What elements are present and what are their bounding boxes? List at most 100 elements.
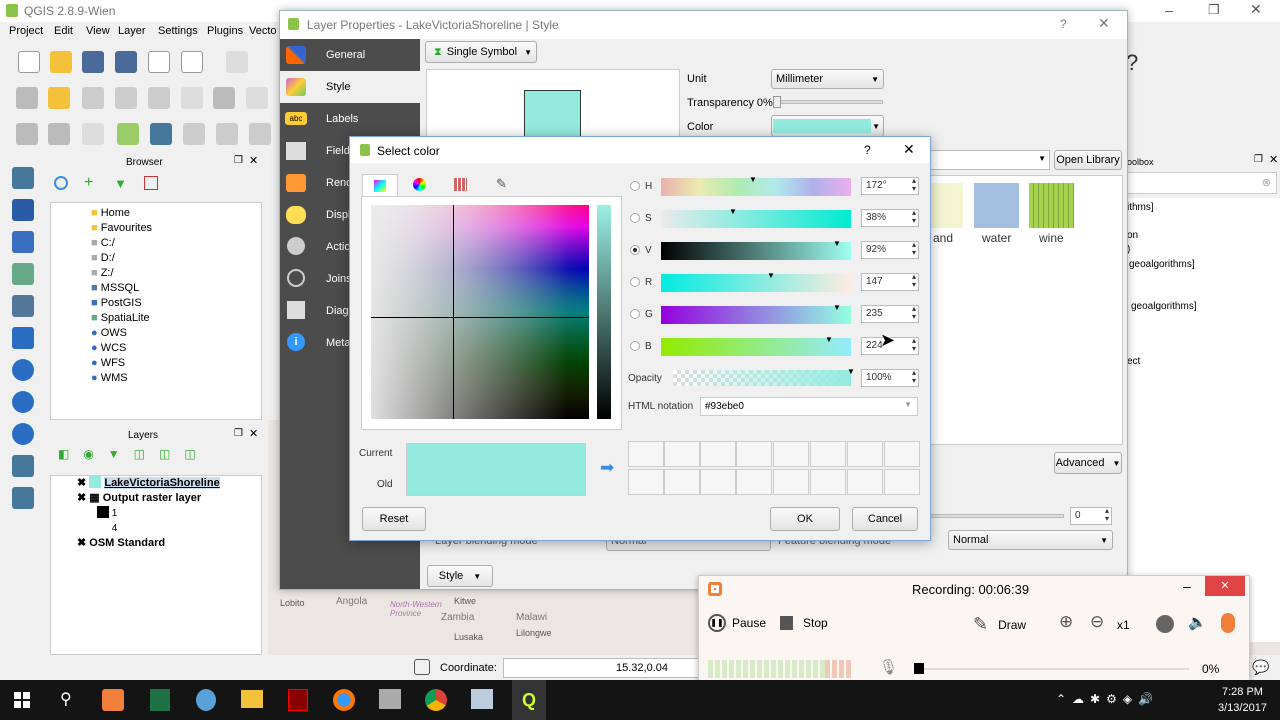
save-edits-icon[interactable] bbox=[82, 87, 104, 109]
open-library-button[interactable]: Open Library bbox=[1054, 150, 1122, 170]
draw-button[interactable]: ✎ Draw bbox=[973, 614, 1026, 635]
slider-b[interactable]: ▼ bbox=[661, 335, 851, 356]
swatch[interactable] bbox=[884, 469, 920, 495]
coordinate-field[interactable]: 15.32,0.04 bbox=[503, 658, 703, 678]
swatch[interactable] bbox=[810, 441, 846, 467]
new-project-icon[interactable] bbox=[18, 51, 40, 73]
menu-vector[interactable]: Vecto bbox=[249, 25, 277, 37]
add-vector-layer-icon[interactable] bbox=[16, 123, 38, 145]
add-to-swatch-arrow-icon[interactable]: ➡ bbox=[600, 458, 614, 478]
symbol-water[interactable] bbox=[974, 183, 1019, 228]
webcam-icon[interactable] bbox=[1156, 615, 1174, 633]
volume-slider[interactable] bbox=[914, 663, 1189, 674]
browser-item-wms[interactable]: ● WMS bbox=[91, 371, 261, 386]
pause-button[interactable]: ❚❚ Pause bbox=[708, 614, 766, 632]
new-print-composer-icon[interactable] bbox=[148, 51, 170, 73]
open-project-icon[interactable] bbox=[50, 51, 72, 73]
taskbar-explorer-icon[interactable] bbox=[241, 690, 263, 708]
close-panel-icon[interactable]: ✕ bbox=[1269, 153, 1278, 166]
browser-item-ows[interactable]: ● OWS bbox=[91, 326, 261, 341]
float-panel-icon[interactable]: ❐ bbox=[234, 428, 243, 439]
swatch[interactable] bbox=[847, 441, 883, 467]
spinbox-r[interactable]: 147 bbox=[861, 273, 919, 291]
taskbar-chrome-icon[interactable] bbox=[425, 689, 447, 711]
feature-blending-dropdown[interactable]: Normal ▼ bbox=[948, 530, 1113, 550]
menu-view[interactable]: View bbox=[86, 25, 110, 37]
close-panel-icon[interactable]: ✕ bbox=[249, 154, 258, 167]
radio-b[interactable] bbox=[630, 341, 640, 351]
spinbox-g[interactable]: 235 bbox=[861, 305, 919, 323]
maximize-button[interactable]: ❐ bbox=[1208, 2, 1220, 18]
digitize-icon[interactable] bbox=[183, 123, 205, 145]
taskbar-excel-icon[interactable] bbox=[150, 689, 170, 711]
close-button[interactable]: ✕ bbox=[1098, 15, 1110, 32]
tray-icons[interactable]: ⌃☁✱⚙◈🔊 bbox=[1056, 692, 1159, 706]
value-ramp[interactable] bbox=[597, 205, 611, 419]
cancel-button[interactable]: Cancel bbox=[852, 507, 918, 531]
unit-dropdown[interactable]: Millimeter ▼ bbox=[771, 69, 884, 89]
toolbox-item[interactable]: ect bbox=[1127, 356, 1140, 367]
slider-h[interactable]: ▼ bbox=[661, 175, 851, 196]
delimited-text-icon[interactable] bbox=[12, 455, 34, 477]
collapse-all-icon[interactable] bbox=[144, 176, 158, 190]
composer-manager-icon[interactable] bbox=[181, 51, 203, 73]
swatch[interactable] bbox=[700, 441, 736, 467]
swatch[interactable] bbox=[700, 469, 736, 495]
toolbox-item[interactable]: geoalgorithms] bbox=[1129, 259, 1195, 270]
tools-icon[interactable] bbox=[249, 123, 271, 145]
layer-transparency-spinbox[interactable]: 0 bbox=[1070, 507, 1112, 525]
swatch[interactable] bbox=[773, 441, 809, 467]
close-button[interactable]: ✕ bbox=[903, 141, 915, 158]
taskbar-recorder-icon[interactable] bbox=[102, 689, 124, 711]
radio-s[interactable] bbox=[630, 213, 640, 223]
browser-item-spatialite[interactable]: ■ SpatiaLite bbox=[91, 311, 261, 326]
slider-g[interactable]: ▼ bbox=[661, 303, 851, 324]
style-button[interactable]: Style ▼ bbox=[427, 565, 493, 587]
slider-s[interactable]: ▼ bbox=[661, 207, 851, 228]
advanced-button[interactable]: Advanced ▼ bbox=[1054, 452, 1122, 474]
color-area[interactable] bbox=[371, 205, 589, 419]
tab-color-ramp[interactable] bbox=[362, 174, 398, 196]
close-button[interactable]: ✕ bbox=[1205, 576, 1245, 596]
browser-item-postgis[interactable]: ■ PostGIS bbox=[91, 296, 261, 311]
taskbar-firefox-icon[interactable] bbox=[333, 689, 355, 711]
swatch[interactable] bbox=[628, 441, 664, 467]
slider-v[interactable]: ▼ bbox=[661, 239, 851, 260]
swatches-icon[interactable] bbox=[454, 178, 467, 191]
close-panel-icon[interactable]: ✕ bbox=[249, 427, 258, 440]
swatch[interactable] bbox=[736, 469, 772, 495]
layer-item-lakevictoriashoreline[interactable]: ✖ LakeVictoriaShoreline bbox=[77, 476, 261, 491]
menu-edit[interactable]: Edit bbox=[54, 25, 73, 37]
taskbar-acrobat-icon[interactable] bbox=[288, 689, 308, 711]
menu-project[interactable]: Project bbox=[9, 25, 43, 37]
mssql-icon[interactable] bbox=[12, 295, 34, 317]
layer-transparency-slider[interactable] bbox=[930, 514, 1064, 518]
float-panel-icon[interactable]: ❐ bbox=[1254, 154, 1263, 165]
symbol-wine[interactable] bbox=[1029, 183, 1074, 228]
eyedropper-icon[interactable]: ✎ bbox=[496, 176, 507, 192]
browser-item-z[interactable]: ■ Z:/ bbox=[91, 266, 261, 281]
minimize-button[interactable]: – bbox=[1165, 2, 1173, 18]
ok-button[interactable]: OK bbox=[770, 507, 840, 531]
color-button[interactable]: ▼ bbox=[771, 115, 884, 137]
coordinate-toggle-icon[interactable] bbox=[414, 659, 430, 675]
symbol-land[interactable] bbox=[931, 183, 963, 228]
help-button[interactable]: ? bbox=[1060, 17, 1067, 31]
zoom-in-icon[interactable]: ⊕ bbox=[1059, 612, 1073, 632]
swatch[interactable] bbox=[847, 469, 883, 495]
help-button[interactable]: ? bbox=[864, 143, 871, 157]
zoom-out-icon[interactable]: ⊖ bbox=[1090, 612, 1104, 632]
wfs-icon[interactable] bbox=[12, 423, 34, 445]
transparency-slider[interactable] bbox=[773, 96, 883, 108]
layer-item-osm[interactable]: ✖ OSM Standard bbox=[77, 536, 261, 551]
browser-item-wfs[interactable]: ● WFS bbox=[91, 356, 261, 371]
messages-icon[interactable]: 💬 bbox=[1252, 659, 1269, 676]
microphone-icon[interactable] bbox=[1221, 613, 1235, 633]
oracle-icon[interactable] bbox=[12, 327, 34, 349]
color-preview[interactable] bbox=[406, 443, 586, 496]
toolbox-item[interactable]: ithms] bbox=[1127, 202, 1154, 213]
delete-icon[interactable] bbox=[213, 87, 235, 109]
browser-item-favourites[interactable]: ■ Favourites bbox=[91, 221, 261, 236]
browser-item-home[interactable]: ■ Home bbox=[91, 206, 261, 221]
taskbar-monitor-icon[interactable] bbox=[471, 689, 493, 709]
